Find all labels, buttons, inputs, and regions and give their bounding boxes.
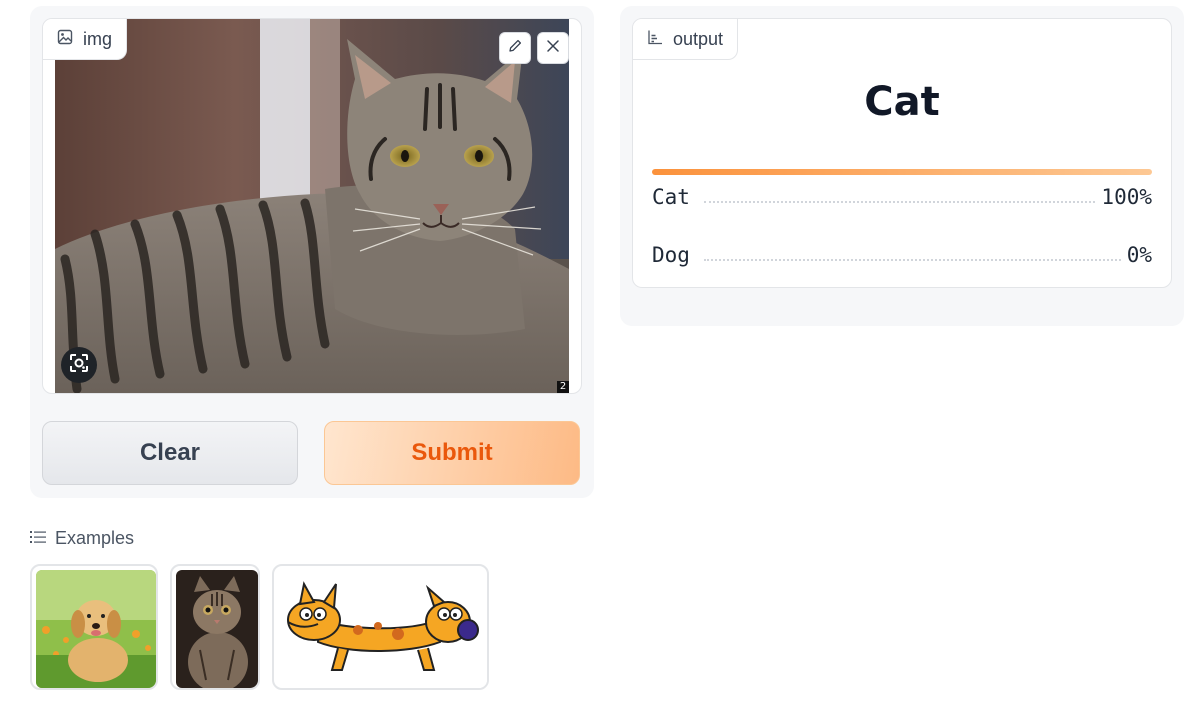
bar-chart-icon <box>647 29 663 50</box>
example-item-puppy[interactable] <box>30 564 158 690</box>
confidence-label: Cat <box>652 185 690 209</box>
confidence-bar <box>652 169 1152 175</box>
example-item-catdog[interactable] <box>272 564 489 690</box>
submit-button[interactable]: Submit <box>324 421 580 485</box>
output-label: output <box>673 28 724 49</box>
clear-image-button[interactable] <box>537 32 569 64</box>
clear-button[interactable]: Clear <box>42 421 298 485</box>
examples-header: Examples <box>30 526 134 550</box>
image-input[interactable]: img 2 <box>42 18 582 394</box>
examples-label: Examples <box>55 527 135 548</box>
input-panel: img 2 Clear Submit <box>30 6 594 498</box>
edit-button[interactable] <box>499 32 531 64</box>
image-input-label: img <box>83 28 113 49</box>
confidence-dots <box>703 201 1096 203</box>
confidence-dots <box>703 259 1121 261</box>
label-output: output Cat Cat 100% Dog 0% <box>632 18 1172 288</box>
uploaded-cat-photo <box>55 19 569 393</box>
image-icon <box>57 29 73 50</box>
confidence-row-cat[interactable]: Cat 100% <box>652 182 1152 212</box>
confidence-value: 100% <box>1101 185 1152 209</box>
predicted-label: Cat <box>864 79 940 125</box>
example-item-cat[interactable] <box>170 564 260 690</box>
catdog-cartoon-thumbnail-icon <box>278 570 487 688</box>
cat-thumbnail-icon <box>176 570 258 688</box>
visual-search-button[interactable] <box>61 347 97 383</box>
confidence-label: Dog <box>652 243 690 267</box>
pencil-icon <box>507 38 523 59</box>
close-icon <box>546 39 560 58</box>
confidence-row-dog[interactable]: Dog 0% <box>652 240 1152 270</box>
image-counter-badge: 2 <box>557 381 569 393</box>
lens-icon <box>68 352 90 379</box>
list-icon <box>30 528 46 549</box>
output-label-tag: output <box>633 19 739 60</box>
image-input-label-tag: img <box>43 19 128 60</box>
output-panel: output Cat Cat 100% Dog 0% <box>620 6 1184 326</box>
puppy-thumbnail-icon <box>36 570 156 688</box>
confidence-value: 0% <box>1126 243 1152 267</box>
